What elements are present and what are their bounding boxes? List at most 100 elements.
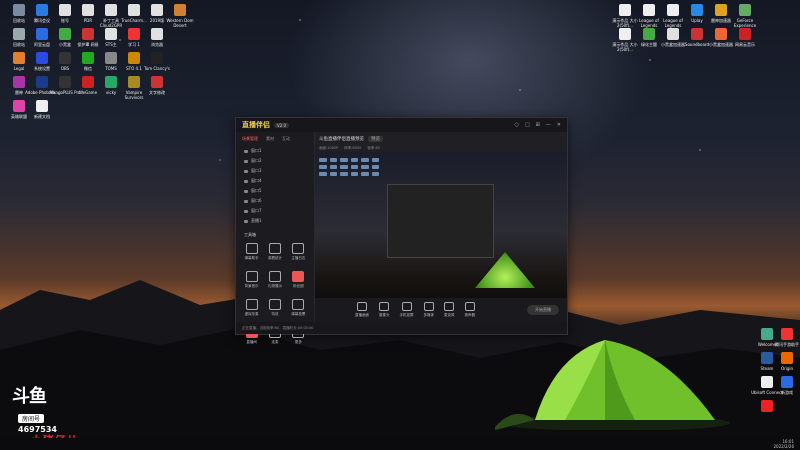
scene-item[interactable]: 窗口6 <box>236 196 314 206</box>
douyu-watermark: 斗鱼 房间号 4697534 <box>12 388 57 435</box>
scene-item[interactable]: 窗口5 <box>236 186 314 196</box>
desktop-icon[interactable]: GeForce Experience <box>728 4 762 28</box>
tool-item[interactable]: 礼物展示 <box>263 271 286 289</box>
media-button[interactable]: 多媒体 <box>424 302 434 318</box>
fps-info: 帧率:60 <box>367 146 380 150</box>
tool-icon <box>292 243 305 254</box>
desktop-icon[interactable]: 网易云音乐 <box>728 28 762 47</box>
toolbox-title: 工具箱 <box>244 232 256 237</box>
app-icon <box>105 4 117 16</box>
tool-label: 观看统计 <box>267 256 282 260</box>
scene-item[interactable]: 直播1 <box>236 216 314 226</box>
app-icon <box>82 52 94 64</box>
eye-icon[interactable] <box>244 199 248 203</box>
system-clock[interactable]: 16:01 2022/2/26 <box>773 439 794 449</box>
app-icon <box>151 52 163 64</box>
desktop-icon-label: Western Dom Desert <box>166 18 194 28</box>
app-icon <box>59 4 71 16</box>
preview-desktop-icons <box>319 158 379 176</box>
tool-icon <box>268 243 281 254</box>
eye-icon[interactable] <box>244 179 248 183</box>
desktop-icon[interactable]: 新游戏 <box>770 376 800 395</box>
tool-item[interactable]: 粉丝团 <box>287 271 310 289</box>
tool-label: 主播日志 <box>291 256 306 260</box>
scene-item[interactable]: 窗口4 <box>236 176 314 186</box>
app-icon <box>691 4 703 16</box>
app-icon <box>82 28 94 40</box>
app-icon <box>739 4 751 16</box>
scene-list: 窗口1 窗口2 窗口3 窗口4 窗口5 窗口6 窗口7 直播1 <box>236 146 314 226</box>
tool-item[interactable]: 虚拟形象 <box>240 299 263 317</box>
app-icon <box>781 376 793 388</box>
scene-label: 窗口5 <box>251 188 262 193</box>
stream-preview[interactable] <box>315 152 567 312</box>
tool-label: 更多 <box>294 340 302 344</box>
desktop-icon[interactable]: 文字修改 <box>140 76 174 95</box>
tool-item[interactable]: 观看统计 <box>263 243 286 261</box>
preview-tag: 预览 <box>368 136 383 142</box>
tool-item[interactable]: 弹幕助手 <box>240 243 263 261</box>
camera-button[interactable]: 摄像头 <box>379 302 390 318</box>
close-button[interactable]: ✕ <box>557 122 561 128</box>
desktop-icon[interactable]: Western Dom Desert <box>163 4 197 28</box>
scene-item[interactable]: 窗口2 <box>236 156 314 166</box>
tool-item[interactable]: 背景音乐 <box>240 271 263 289</box>
tool-label: 特效 <box>271 312 279 316</box>
start-live-button[interactable]: 开始直播 <box>527 305 559 315</box>
desktop-icon[interactable]: 腾讯手游助手 <box>770 328 800 347</box>
app-icon <box>36 100 48 112</box>
desktop-icon[interactable] <box>750 400 784 414</box>
eye-icon[interactable] <box>244 209 248 213</box>
app-icon <box>59 76 71 88</box>
eye-icon[interactable] <box>244 159 248 163</box>
scene-item[interactable]: 窗口3 <box>236 166 314 176</box>
desktop-icon[interactable]: Origin <box>770 352 800 371</box>
window-titlebar[interactable]: 直播伴侣 V2.0 ○ □ ⊞ — ✕ <box>236 118 567 132</box>
app-icon <box>82 4 94 16</box>
minimize-button[interactable]: — <box>546 122 551 128</box>
obs-live-window[interactable]: 直播伴侣 V2.0 ○ □ ⊞ — ✕ 场景管理 素材 互动 窗口1 窗口2 窗口3… <box>235 117 568 344</box>
phone-cast-button[interactable]: 手机投屏 <box>400 302 414 318</box>
app-icon <box>619 4 631 16</box>
app-icon <box>667 4 679 16</box>
desktop-icon-label: Origin <box>780 366 794 371</box>
tool-item[interactable]: 主播日志 <box>287 243 310 261</box>
desktop-icon[interactable]: Tom Clancy's <box>140 52 174 71</box>
scene-label: 窗口2 <box>251 158 262 163</box>
main-title: 斗鱼直播伴侣直播预览 <box>319 137 364 142</box>
app-icon <box>151 4 163 16</box>
tool-item[interactable]: 特效 <box>263 299 286 317</box>
microphone-button[interactable]: 麦克风 <box>444 302 455 318</box>
tool-icon <box>292 271 305 282</box>
eye-icon[interactable] <box>244 219 248 223</box>
tool-item[interactable]: 弹幕投票 <box>287 299 310 317</box>
desktop-icon[interactable]: 新建文档 <box>25 100 59 119</box>
settings-icon[interactable]: ⊞ <box>536 122 540 128</box>
tool-label: 连麦 <box>271 340 279 344</box>
app-icon <box>781 352 793 364</box>
desktop-icon-label: 腾讯手游助手 <box>775 342 799 347</box>
tab-scenes[interactable]: 场景管理 <box>242 136 258 142</box>
scene-label: 窗口3 <box>251 168 262 173</box>
speaker-button[interactable]: 扬声器 <box>465 302 475 318</box>
eye-icon[interactable] <box>244 169 248 173</box>
eye-icon[interactable] <box>244 149 248 153</box>
user-icon[interactable]: ○ <box>514 122 518 128</box>
tab-materials[interactable]: 素材 <box>266 136 274 142</box>
scene-item[interactable]: 窗口7 <box>236 206 314 216</box>
app-icon <box>781 328 793 340</box>
desktop-icon[interactable]: 浏览器 <box>140 28 174 47</box>
screen-capture-button[interactable]: 直播画面 <box>355 302 369 318</box>
version-badge: V2.0 <box>274 122 290 128</box>
app-icon <box>13 28 25 40</box>
main-panel: 斗鱼直播伴侣直播预览 预览 画面:1080P 码率:6000 帧率:60 直播画… <box>315 132 567 322</box>
screen-icon[interactable]: □ <box>525 122 530 128</box>
app-icon <box>128 4 140 16</box>
scene-item[interactable]: 窗口1 <box>236 146 314 156</box>
eye-icon[interactable] <box>244 189 248 193</box>
tab-interaction[interactable]: 互动 <box>282 136 290 142</box>
window-controls: ○ □ ⊞ — ✕ <box>514 122 561 128</box>
desktop-icon-label: 浏览器 <box>151 42 163 47</box>
tool-label: 弹幕投票 <box>291 312 306 316</box>
desktop-icon-label: 新游戏 <box>781 390 793 395</box>
